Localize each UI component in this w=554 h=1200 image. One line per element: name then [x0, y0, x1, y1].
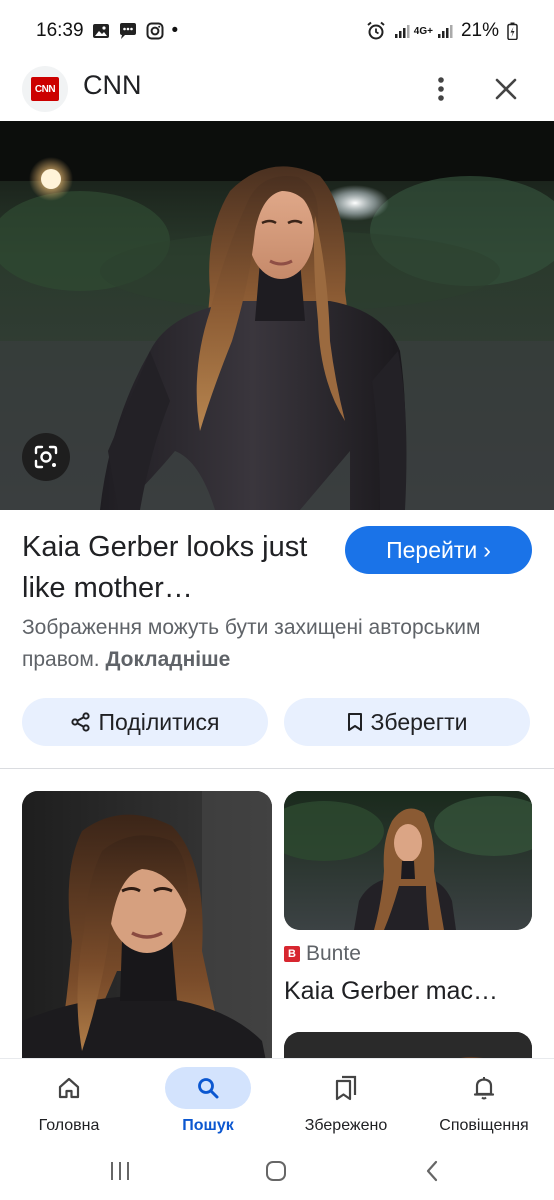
- bottom-navigation: Головна Пошук Збережено Сповіщення: [0, 1058, 554, 1142]
- back-icon: [426, 1160, 438, 1182]
- collections-icon: [335, 1075, 357, 1101]
- instagram-notification-icon: [146, 20, 164, 42]
- copyright-text: Зображення можуть бути захищені авторськ…: [22, 616, 481, 671]
- signal-icon-2: [437, 20, 453, 42]
- nav-saved-icon-wrap: [303, 1067, 389, 1109]
- learn-more-link[interactable]: Докладніше: [105, 648, 230, 671]
- related-image-2[interactable]: [284, 791, 532, 930]
- nav-label-home: Головна: [38, 1117, 100, 1134]
- nav-label-search: Пошук: [182, 1117, 234, 1134]
- related-2-source-name: Bunte: [306, 942, 361, 965]
- more-notifications-dot: •: [171, 20, 179, 41]
- bell-icon: [473, 1077, 495, 1100]
- google-lens-icon: [34, 445, 58, 469]
- visit-button-label: Перейти: [386, 536, 478, 563]
- bookmark-icon: [347, 713, 362, 731]
- status-bar: 16:39 • 4G+ 21%: [0, 0, 554, 62]
- home-button-icon: [266, 1161, 286, 1181]
- recent-apps-button[interactable]: [100, 1154, 140, 1188]
- visit-button[interactable]: Перейти ›: [345, 526, 532, 574]
- nav-item-saved[interactable]: Збережено: [286, 1059, 406, 1143]
- site-header: CNN CNN: [0, 62, 554, 120]
- nav-item-home[interactable]: Головна: [9, 1059, 129, 1143]
- battery-percent: 21%: [460, 20, 499, 41]
- more-vert-icon: [438, 77, 444, 101]
- related-2-title[interactable]: Kaia Gerber mac…: [284, 977, 532, 1006]
- cnn-logo-mark: CNN: [31, 77, 59, 101]
- alarm-icon: [366, 20, 386, 42]
- system-navigation-bar: [0, 1142, 554, 1200]
- home-button[interactable]: [256, 1154, 296, 1188]
- image-viewer-page: 16:39 • 4G+ 21% CNN CNN Kaia Gerber look…: [0, 0, 554, 1200]
- related-image-2-photo: [284, 791, 532, 930]
- recent-apps-icon: [111, 1162, 129, 1180]
- home-icon: [58, 1077, 80, 1099]
- status-left: 16:39 •: [36, 20, 178, 42]
- image-title[interactable]: Kaia Gerber looks just like mother…: [22, 527, 332, 609]
- nav-label-saved: Збережено: [304, 1117, 388, 1134]
- share-label: Поділитися: [98, 708, 220, 735]
- battery-icon: [507, 20, 518, 42]
- copyright-notice: Зображення можуть бути захищені авторськ…: [22, 612, 502, 676]
- signal-icon: [394, 20, 410, 42]
- gallery-notification-icon: [92, 20, 110, 42]
- message-notification-icon: [118, 20, 138, 42]
- main-image-photo: [0, 121, 554, 510]
- nav-item-search[interactable]: Пошук: [148, 1059, 268, 1143]
- save-label: Зберегти: [370, 708, 468, 735]
- search-icon: [198, 1078, 219, 1099]
- nav-item-notifications[interactable]: Сповіщення: [424, 1059, 544, 1143]
- network-type: 4G+: [413, 25, 433, 37]
- nav-notifications-icon-wrap: [441, 1067, 527, 1109]
- bunte-favicon-icon: B: [284, 946, 300, 962]
- back-button[interactable]: [412, 1154, 452, 1188]
- save-button[interactable]: Зберегти: [284, 698, 530, 746]
- section-divider: [0, 768, 554, 769]
- site-name[interactable]: CNN: [83, 70, 142, 101]
- google-lens-button[interactable]: [22, 433, 70, 481]
- close-button[interactable]: [488, 70, 524, 108]
- cnn-logo[interactable]: CNN: [22, 66, 68, 112]
- nav-search-icon-wrap: [165, 1067, 251, 1109]
- nav-home-icon-wrap: [26, 1067, 112, 1109]
- clock: 16:39: [36, 20, 84, 41]
- related-image-1-photo: [22, 791, 272, 1091]
- share-icon: [70, 712, 90, 732]
- close-icon: [495, 78, 517, 100]
- more-options-button[interactable]: [424, 70, 458, 108]
- share-button[interactable]: Поділитися: [22, 698, 268, 746]
- main-image[interactable]: [0, 121, 554, 510]
- related-2-source[interactable]: B Bunte: [284, 942, 361, 966]
- nav-label-notifications: Сповіщення: [439, 1117, 529, 1134]
- status-right: 4G+ 21%: [366, 20, 518, 42]
- chevron-right-icon: ›: [483, 536, 491, 563]
- related-image-1[interactable]: [22, 791, 272, 1091]
